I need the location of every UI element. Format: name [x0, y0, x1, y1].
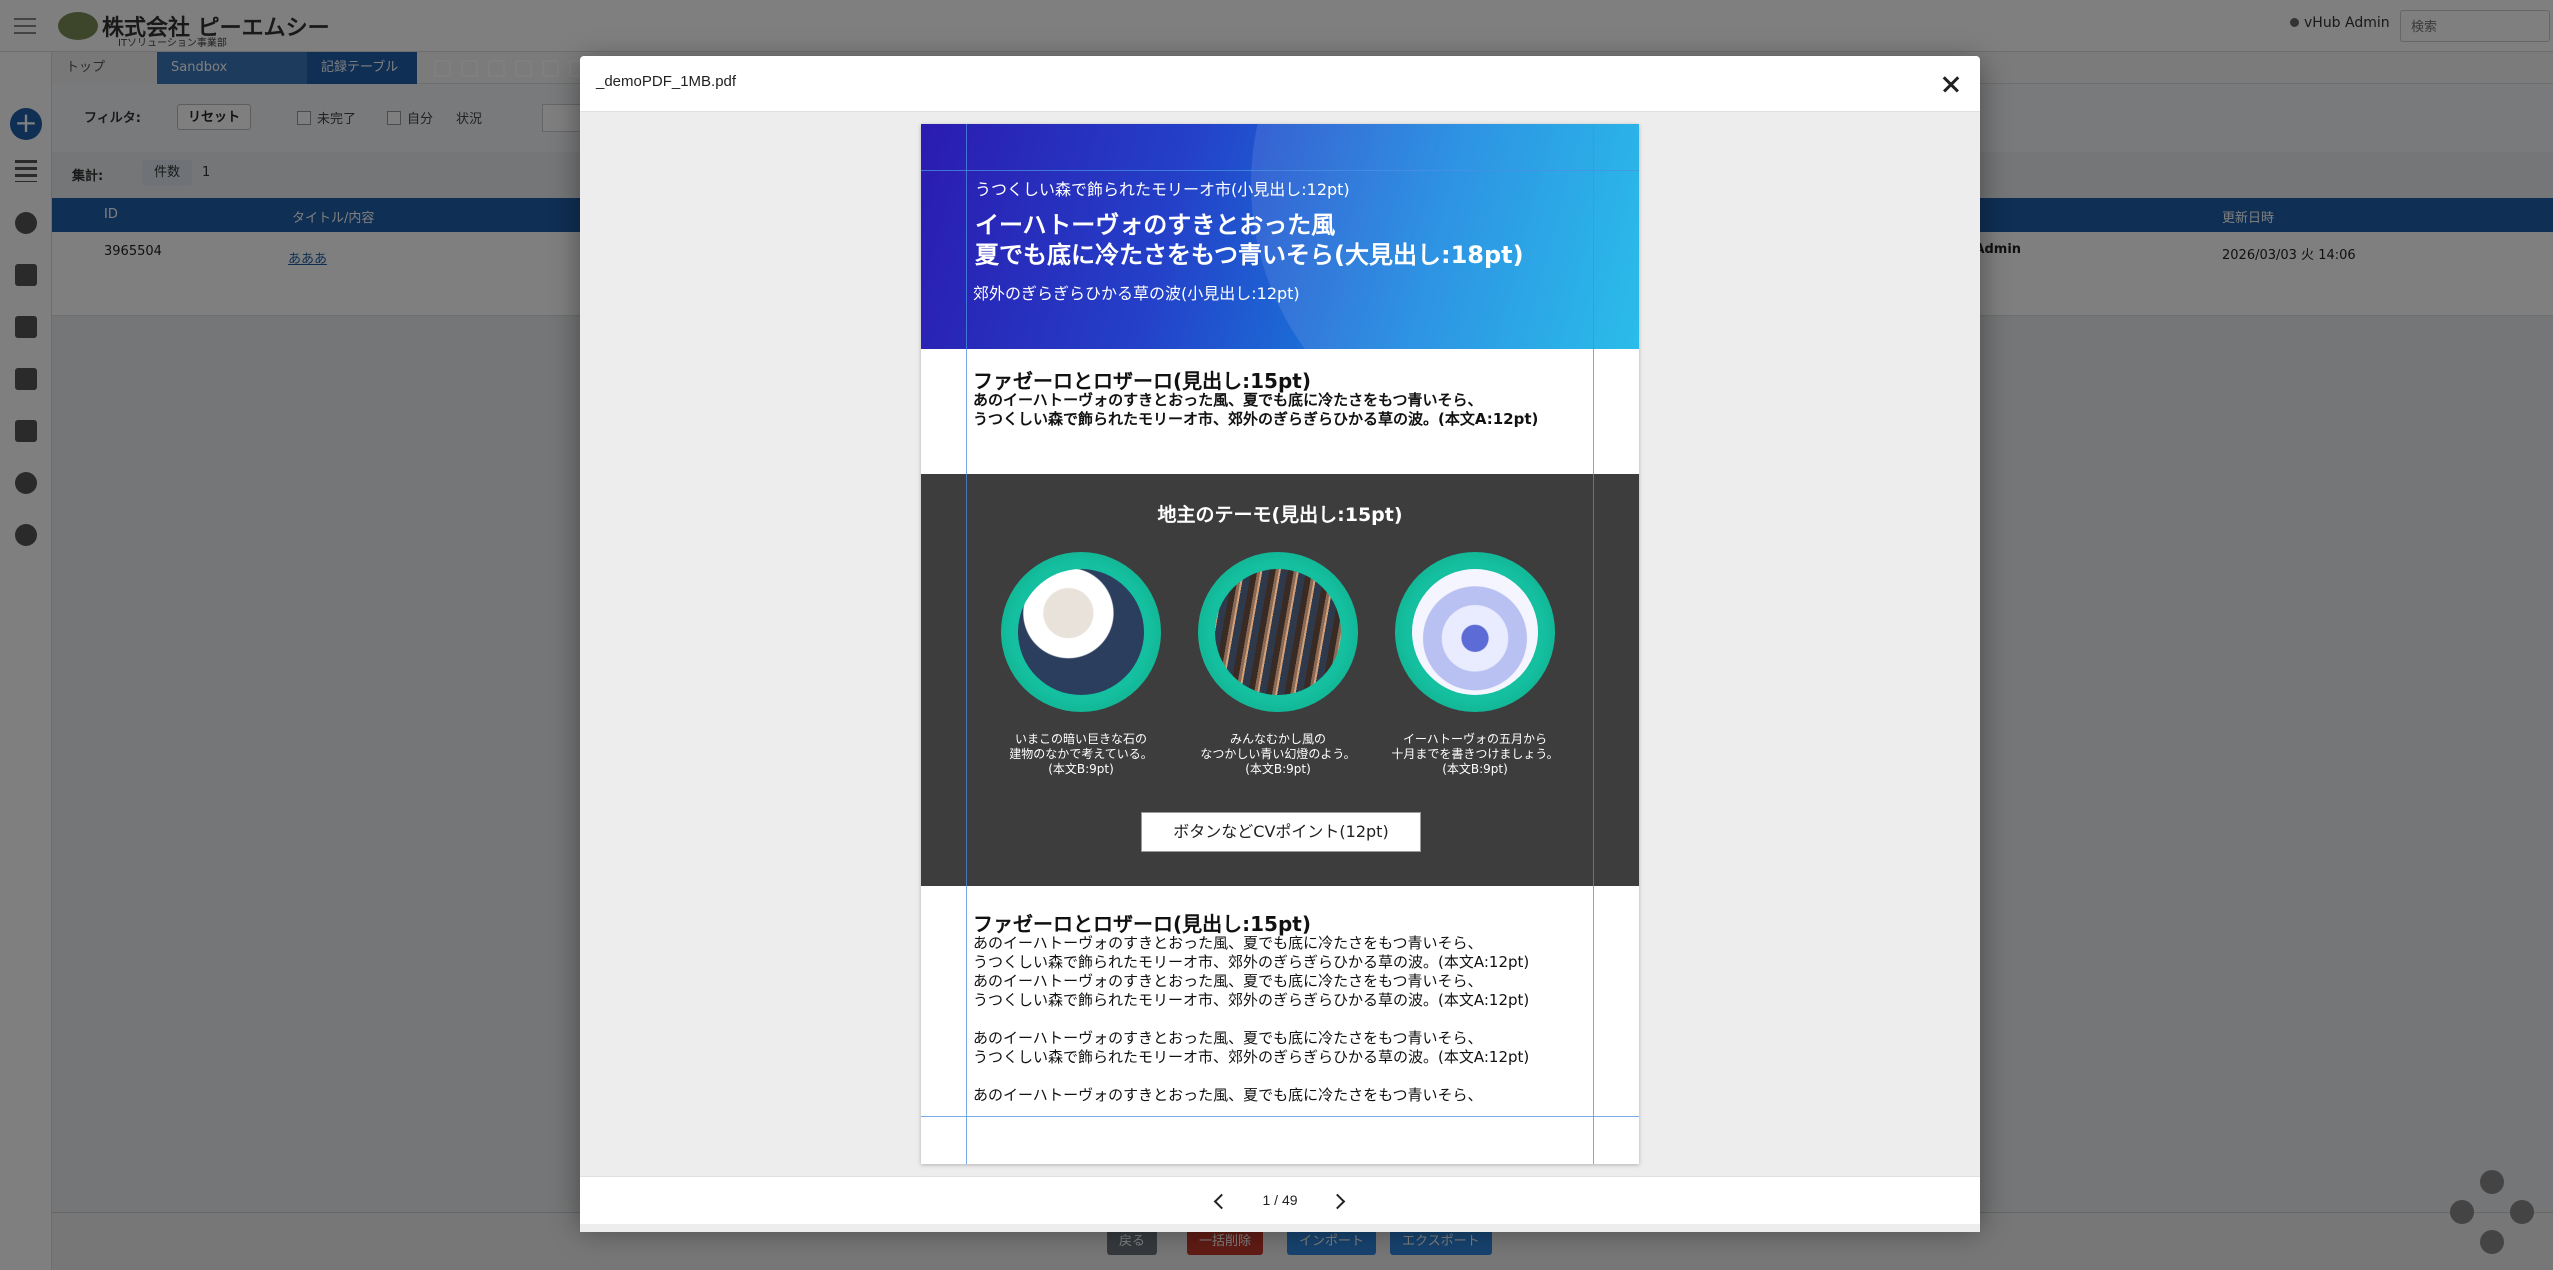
feature-caption-2: みんなむかし風の なつかしい青い幻燈のよう。 (本文B:9pt) — [1178, 732, 1378, 777]
hero-title-line-1: イーハトーヴォのすきとおった風 — [975, 211, 1336, 239]
layout-guide-right — [1593, 124, 1594, 1164]
pdf-section-3: ファゼーロとロザーロ(見出し:15pt) あのイーハトーヴォのすきとおった風、夏… — [921, 886, 1639, 1164]
section-3-body: あのイーハトーヴォのすきとおった風、夏でも底に冷たさをもつ青いそら、 うつくしい… — [973, 934, 1529, 1105]
section-3-line: うつくしい森で飾られたモリーオ市、郊外のぎらぎらひかる草の波。(本文A:12pt… — [973, 991, 1530, 1009]
feature-3-line-3: (本文B:9pt) — [1442, 762, 1508, 776]
pdf-viewport[interactable]: うつくしい森で飾られたモリーオ市(小見出し:12pt) イーハトーヴォのすきとお… — [580, 112, 1980, 1232]
layout-guide-left — [966, 124, 967, 1164]
page-indicator: 1 / 49 — [1262, 1192, 1298, 1208]
business-people-image — [1018, 569, 1144, 695]
feature-1-line-1: いまこの暗い巨きな石の — [1014, 732, 1147, 746]
pdf-dark-section: 地主のテーモ(見出し:15pt) いまこの暗い巨きな石の 建物のなかで考えている… — [921, 474, 1639, 886]
feature-ring-3 — [1395, 552, 1555, 712]
feature-1-line-3: (本文B:9pt) — [1048, 762, 1114, 776]
previous-page-icon[interactable] — [1210, 1191, 1230, 1211]
section-3-line: あのイーハトーヴォのすきとおった風、夏でも底に冷たさをもつ青いそら、 — [973, 1086, 1483, 1104]
feature-2-line-1: みんなむかし風の — [1229, 732, 1326, 746]
section-3-line: うつくしい森で飾られたモリーオ市、郊外のぎらぎらひかる草の波。(本文A:12pt… — [973, 953, 1530, 971]
hero-title-line-2: 夏でも底に冷たさをもつ青いそら(大見出し:18pt) — [975, 241, 1524, 269]
feature-2-line-3: (本文B:9pt) — [1245, 762, 1311, 776]
pdf-viewer-modal: _demoPDF_1MB.pdf うつくしい森で飾られたモリーオ市(小見出し:1… — [580, 56, 1980, 1232]
section-3-line: あのイーハトーヴォのすきとおった風、夏でも底に冷たさをもつ青いそら、 — [973, 934, 1483, 952]
cv-button: ボタンなどCVポイント(12pt) — [1141, 812, 1421, 852]
feature-caption-3: イーハトーヴォの五月から 十月までを書きつけましょう。 (本文B:9pt) — [1375, 732, 1575, 777]
layout-guide-top — [921, 170, 1639, 171]
hero-title: イーハトーヴォのすきとおった風 夏でも底に冷たさをもつ青いそら(大見出し:18p… — [975, 210, 1524, 270]
layout-guide-bottom — [921, 1116, 1639, 1117]
section-1-line-1: あのイーハトーヴォのすきとおった風、夏でも底に冷たさをもつ青いそら、 — [973, 391, 1483, 409]
feature-3-line-1: イーハトーヴォの五月から — [1402, 732, 1548, 746]
section-1-heading: ファゼーロとロザーロ(見出し:15pt) — [973, 369, 1311, 393]
section-3-heading: ファゼーロとロザーロ(見出し:15pt) — [973, 912, 1311, 936]
modal-title: _demoPDF_1MB.pdf — [596, 73, 737, 90]
section-1-line-2: うつくしい森で飾られたモリーオ市、郊外のぎらぎらひかる草の波。(本文A:12pt… — [973, 410, 1539, 428]
pdf-hero: うつくしい森で飾られたモリーオ市(小見出し:12pt) イーハトーヴォのすきとお… — [921, 124, 1639, 349]
feature-ring-2 — [1198, 552, 1358, 712]
feature-caption-1: いまこの暗い巨きな石の 建物のなかで考えている。 (本文B:9pt) — [981, 732, 1181, 777]
pdf-pagination: 1 / 49 — [580, 1176, 1980, 1224]
feature-1-line-2: 建物のなかで考えている。 — [1009, 747, 1153, 761]
section-3-line: あのイーハトーヴォのすきとおった風、夏でも底に冷たさをもつ青いそら、 — [973, 1029, 1483, 1047]
pdf-page: うつくしい森で飾られたモリーオ市(小見出し:12pt) イーハトーヴォのすきとお… — [921, 124, 1639, 1164]
code-screen-image — [1215, 569, 1341, 695]
feature-ring-1 — [1001, 552, 1161, 712]
hero-subheading-2: 郊外のぎらぎらひかる草の波(小見出し:12pt) — [973, 284, 1300, 303]
pdf-section-1: ファゼーロとロザーロ(見出し:15pt) あのイーハトーヴォのすきとおった風、夏… — [921, 349, 1639, 474]
devices-illustration-image — [1412, 569, 1538, 695]
dark-section-title: 地主のテーモ(見出し:15pt) — [1157, 504, 1403, 526]
section-3-line: あのイーハトーヴォのすきとおった風、夏でも底に冷たさをもつ青いそら、 — [973, 972, 1483, 990]
close-icon[interactable] — [1934, 67, 1968, 101]
hero-subheading-1: うつくしい森で飾られたモリーオ市(小見出し:12pt) — [975, 180, 1350, 199]
modal-header: _demoPDF_1MB.pdf — [580, 56, 1980, 112]
feature-2-line-2: なつかしい青い幻燈のよう。 — [1200, 747, 1356, 761]
section-3-line: うつくしい森で飾られたモリーオ市、郊外のぎらぎらひかる草の波。(本文A:12pt… — [973, 1048, 1530, 1066]
feature-3-line-2: 十月までを書きつけましょう。 — [1391, 747, 1559, 761]
section-1-body: あのイーハトーヴォのすきとおった風、夏でも底に冷たさをもつ青いそら、 うつくしい… — [973, 391, 1538, 429]
next-page-icon[interactable] — [1330, 1191, 1350, 1211]
